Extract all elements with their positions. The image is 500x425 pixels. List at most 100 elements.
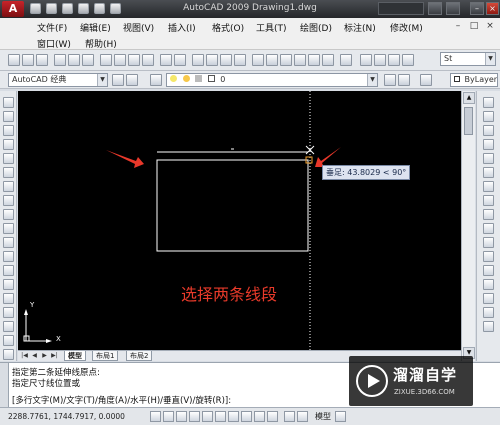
customize-icon[interactable] xyxy=(126,74,138,86)
table-icon[interactable] xyxy=(3,335,14,346)
plot-icon[interactable] xyxy=(78,3,89,14)
command-prompt[interactable]: [多行文字(M)/文字(T)/角度(A)/水平(H)/垂直(V)/旋转(R)]: xyxy=(12,394,231,406)
first-tab-icon[interactable]: |◀ xyxy=(20,352,29,360)
tab-layout1[interactable]: 布局1 xyxy=(92,351,119,361)
coordinate-readout[interactable]: 2288.7761, 1744.7917, 0.0000 xyxy=(8,412,125,421)
make-current-layer-icon[interactable] xyxy=(384,74,396,86)
color-select[interactable]: ByLayer xyxy=(450,73,498,87)
last-tab-icon[interactable]: ▶| xyxy=(50,352,59,360)
insert-block-icon[interactable] xyxy=(3,251,14,262)
polar-tracking-icon[interactable] xyxy=(189,411,200,422)
menu-modify[interactable]: 修改(M) xyxy=(390,21,423,34)
spline-icon[interactable] xyxy=(3,209,14,220)
menu-file[interactable]: 文件(F) xyxy=(37,21,67,34)
ellipse-icon[interactable] xyxy=(3,223,14,234)
menu-help[interactable]: 帮助(H) xyxy=(85,37,117,50)
command-line-grip[interactable] xyxy=(0,363,9,408)
open-file-icon[interactable] xyxy=(46,3,57,14)
rectangle-shape[interactable] xyxy=(156,159,309,252)
layer-manager-icon[interactable] xyxy=(150,74,162,86)
autocad-logo-button[interactable]: A xyxy=(2,1,24,17)
paper-model-icon[interactable] xyxy=(284,411,295,422)
menu-insert[interactable]: 插入(I) xyxy=(168,21,196,34)
line-icon[interactable] xyxy=(3,97,14,108)
save-icon[interactable] xyxy=(62,3,73,14)
mirror-icon[interactable] xyxy=(483,125,494,136)
copy-object-icon[interactable] xyxy=(483,111,494,122)
fillet-icon[interactable] xyxy=(483,307,494,318)
rectangle-icon[interactable] xyxy=(3,153,14,164)
gradient-icon[interactable] xyxy=(3,307,14,318)
multiline-text-icon[interactable] xyxy=(3,349,14,360)
scale-icon[interactable] xyxy=(483,195,494,206)
rotate-icon[interactable] xyxy=(483,181,494,192)
revision-cloud-icon[interactable] xyxy=(3,195,14,206)
erase-icon[interactable] xyxy=(483,97,494,108)
new-file-icon[interactable] xyxy=(30,3,41,14)
star-icon[interactable] xyxy=(446,2,460,15)
help-icon[interactable] xyxy=(340,54,352,66)
object-snap-tracking-icon[interactable] xyxy=(215,411,226,422)
quickcalc-icon[interactable] xyxy=(322,54,334,66)
sheet-set-icon[interactable] xyxy=(294,54,306,66)
menu-format[interactable]: 格式(O) xyxy=(212,21,244,34)
text-style-select[interactable]: St ▼ xyxy=(440,52,496,66)
dynamic-ucs-icon[interactable] xyxy=(228,411,239,422)
search-icon[interactable] xyxy=(428,2,442,15)
properties-icon[interactable] xyxy=(252,54,264,66)
menu-view[interactable]: 视图(V) xyxy=(123,21,154,34)
menu-draw[interactable]: 绘图(D) xyxy=(300,21,332,34)
quick-properties-icon[interactable] xyxy=(267,411,278,422)
open-icon[interactable] xyxy=(22,54,34,66)
plot-icon[interactable] xyxy=(54,54,66,66)
model-button[interactable]: 模型 xyxy=(315,411,331,422)
quick-view-icon[interactable] xyxy=(335,411,346,422)
arc-icon[interactable] xyxy=(3,167,14,178)
plot-preview-icon[interactable] xyxy=(68,54,80,66)
dynamic-input-icon[interactable] xyxy=(241,411,252,422)
text-style-icon[interactable] xyxy=(360,54,372,66)
break-icon[interactable] xyxy=(483,265,494,276)
tab-layout2[interactable]: 布局2 xyxy=(126,351,153,361)
close-button[interactable]: × xyxy=(486,2,499,15)
break-at-point-icon[interactable] xyxy=(483,251,494,262)
zoom-window-icon[interactable] xyxy=(220,54,232,66)
ortho-mode-icon[interactable] xyxy=(176,411,187,422)
paste-icon[interactable] xyxy=(128,54,140,66)
offset-icon[interactable] xyxy=(483,139,494,150)
lineweight-icon[interactable] xyxy=(254,411,265,422)
cut-icon[interactable] xyxy=(100,54,112,66)
layout-icon[interactable] xyxy=(297,411,308,422)
menu-tools[interactable]: 工具(T) xyxy=(256,21,287,34)
scroll-up-icon[interactable]: ▲ xyxy=(463,92,475,104)
infocenter-search-input[interactable] xyxy=(378,2,424,15)
multileader-style-icon[interactable] xyxy=(402,54,414,66)
scroll-thumb[interactable] xyxy=(464,107,473,135)
copy-icon[interactable] xyxy=(114,54,126,66)
extend-icon[interactable] xyxy=(483,237,494,248)
explode-icon[interactable] xyxy=(483,321,494,332)
array-icon[interactable] xyxy=(483,153,494,164)
prev-tab-icon[interactable]: ◀ xyxy=(30,352,39,360)
design-center-icon[interactable] xyxy=(266,54,278,66)
drawing-canvas[interactable]: 垂足: 43.8029 < 90° 选择两条线段 Y X xyxy=(18,91,461,350)
move-icon[interactable] xyxy=(483,167,494,178)
region-icon[interactable] xyxy=(3,321,14,332)
markup-icon[interactable] xyxy=(308,54,320,66)
table-style-icon[interactable] xyxy=(388,54,400,66)
tool-palettes-icon[interactable] xyxy=(280,54,292,66)
undo-icon[interactable] xyxy=(94,3,105,14)
undo-icon[interactable] xyxy=(160,54,172,66)
doc-minimize-icon[interactable]: – xyxy=(452,21,464,33)
layer-previous-icon[interactable] xyxy=(398,74,410,86)
circle-icon[interactable] xyxy=(3,181,14,192)
doc-close-icon[interactable]: × xyxy=(484,21,496,33)
chamfer-icon[interactable] xyxy=(483,293,494,304)
workspace-select[interactable]: AutoCAD 经典 ▼ xyxy=(8,73,108,87)
stretch-icon[interactable] xyxy=(483,209,494,220)
match-properties-icon[interactable] xyxy=(142,54,154,66)
zoom-realtime-icon[interactable] xyxy=(206,54,218,66)
menu-edit[interactable]: 编辑(E) xyxy=(80,21,111,34)
polygon-icon[interactable] xyxy=(3,139,14,150)
dim-style-icon[interactable] xyxy=(374,54,386,66)
